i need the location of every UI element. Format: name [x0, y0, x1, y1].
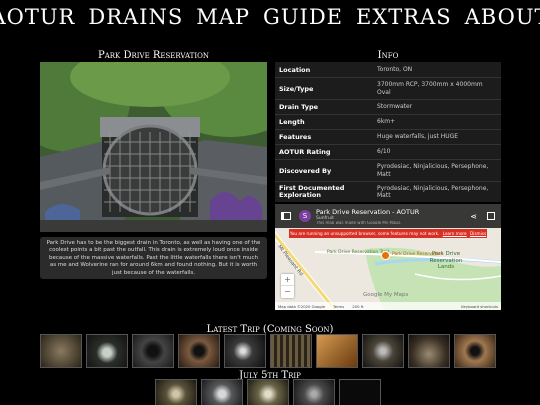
nav-aotur[interactable]: AOTUR	[0, 2, 75, 32]
gallery-thumbnail[interactable]	[454, 334, 496, 368]
dismiss-link[interactable]: Dismiss	[470, 231, 486, 236]
nav-extras[interactable]: EXTRAS	[356, 2, 452, 32]
info-label: Drain Type	[279, 103, 319, 111]
avatar: S	[299, 210, 311, 222]
terms-link[interactable]: Terms	[333, 304, 344, 309]
info-title: Info	[377, 50, 399, 61]
info-label: AOTUR Rating	[279, 148, 331, 156]
info-row-features: Features Huge waterfalls, just HUGE	[275, 130, 501, 145]
map-made-with: This map was made with Google My Maps.	[316, 221, 402, 224]
gallery-thumbnail[interactable]	[40, 334, 82, 368]
info-label: Size/Type	[279, 84, 314, 93]
scale-label: 200 ft	[352, 303, 364, 309]
keyboard-shortcuts-link[interactable]: Keyboard shortcuts	[461, 304, 498, 309]
gallery-thumbnail[interactable]	[316, 334, 358, 368]
drain-title: Park Drive Reservation	[98, 50, 209, 61]
drain-photo	[40, 62, 267, 232]
share-icon[interactable]: ⋖	[470, 212, 477, 221]
gallery-thumbnail[interactable]	[132, 334, 174, 368]
nav-map[interactable]: MAP	[196, 2, 250, 32]
unsupported-browser-banner: You are running an unsupported browser, …	[289, 229, 487, 238]
nav-drains[interactable]: DRAINS	[88, 2, 183, 32]
map-marker-label: Park Drive Reservation	[392, 252, 444, 257]
drain-description: Park Drive has to be the biggest drain i…	[40, 237, 267, 279]
gallery-thumbnail[interactable]	[178, 334, 220, 368]
gallery-thumbnail[interactable]	[339, 379, 381, 405]
map-footer: Map data ©2020 Google Terms 200 ft Keybo…	[275, 302, 501, 310]
gallery-thumbnail[interactable]	[408, 334, 450, 368]
map-marker-icon[interactable]	[381, 251, 390, 260]
zoom-in-button[interactable]: +	[281, 274, 294, 286]
info-value: 6/10	[377, 148, 391, 156]
gallery-thumbnail[interactable]	[224, 334, 266, 368]
google-my-maps-logo: Google My Maps	[363, 292, 409, 298]
info-row-length: Length 6km+	[275, 115, 501, 130]
july-trip-gallery	[155, 379, 381, 405]
map-header: S Park Drive Reservation - AOTUR Sunfrui…	[275, 204, 501, 228]
info-label: Location	[279, 65, 311, 74]
gallery-thumbnail[interactable]	[293, 379, 335, 405]
info-label: Features	[279, 133, 312, 141]
info-value: Pyrodesiac, Ninjalicious, Persephone, Ma…	[377, 184, 489, 200]
info-row-first-documented: First Documented Exploration Pyrodesiac,…	[275, 182, 501, 202]
nav-guide[interactable]: GUIDE	[263, 2, 343, 32]
gallery-thumbnail[interactable]	[362, 334, 404, 368]
nav-about[interactable]: ABOUT	[465, 2, 540, 32]
gallery-thumbnail[interactable]	[201, 379, 243, 405]
gallery-thumbnail[interactable]	[155, 379, 197, 405]
info-value: 6km+	[377, 118, 396, 126]
info-value: Huge waterfalls, just HUGE	[377, 133, 459, 141]
info-row-discovered: Discovered By Pyrodesiac, Ninjalicious, …	[275, 160, 501, 182]
info-value: Toronto, ON	[377, 65, 413, 73]
gallery-thumbnail[interactable]	[247, 379, 289, 405]
map-title-block: Park Drive Reservation - AOTUR Sunfruit …	[316, 208, 419, 224]
info-value: Stormwater	[377, 103, 413, 111]
embedded-map[interactable]: Mt Pleasant Rd Park Drive Reservation Tr…	[275, 204, 501, 310]
info-label: Discovered By	[279, 166, 332, 175]
zoom-controls: + −	[281, 274, 294, 298]
gallery-thumbnail[interactable]	[270, 334, 312, 368]
map-data-credit: Map data ©2020 Google	[278, 303, 326, 309]
info-row-location: Location Toronto, ON	[275, 62, 501, 78]
map-trail-label: Park Drive Reservation Trail	[327, 250, 389, 255]
main-nav: AOTUR DRAINS MAP GUIDE EXTRAS ABOUT	[0, 2, 540, 32]
map-legend-icon[interactable]	[281, 212, 291, 220]
fullscreen-icon[interactable]	[487, 212, 495, 220]
map-title: Park Drive Reservation - AOTUR	[316, 208, 420, 216]
latest-trip-gallery	[40, 334, 496, 368]
info-value: Pyrodesiac, Ninjalicious, Persephone, Ma…	[377, 163, 489, 178]
gallery-thumbnail[interactable]	[86, 334, 128, 368]
info-label: First Documented Exploration	[279, 183, 345, 199]
info-value: 3700mm RCP, 3700mm x 4000mm Oval	[377, 81, 483, 96]
info-row-size: Size/Type 3700mm RCP, 3700mm x 4000mm Ov…	[275, 78, 501, 100]
learn-more-link[interactable]: Learn more	[443, 231, 467, 236]
zoom-out-button[interactable]: −	[281, 286, 294, 298]
info-label: Length	[279, 118, 305, 126]
info-table: Location Toronto, ON Size/Type 3700mm RC…	[275, 62, 501, 202]
info-row-type: Drain Type Stormwater	[275, 100, 501, 115]
warning-text: You are running an unsupported browser, …	[289, 231, 440, 236]
info-row-rating: AOTUR Rating 6/10	[275, 145, 501, 160]
